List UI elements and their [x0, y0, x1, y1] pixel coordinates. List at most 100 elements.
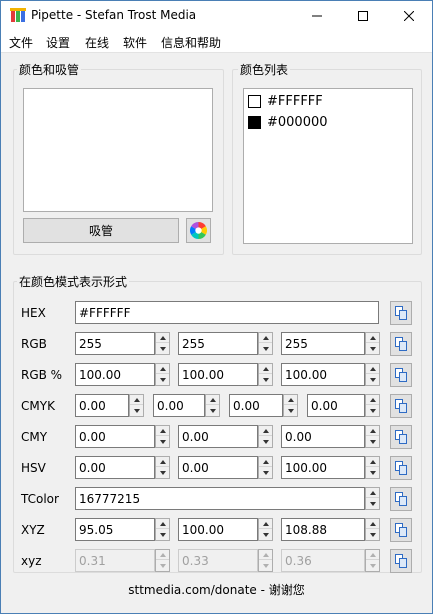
- color-modes-group-label: 在颜色模式表示形式: [17, 273, 130, 290]
- cmy-label: CMY: [21, 430, 48, 444]
- xyz-x-field[interactable]: 95.05: [75, 518, 155, 541]
- copy-icon: [395, 368, 407, 382]
- hsv-h-field[interactable]: 0.00: [75, 456, 155, 479]
- copy-icon: [395, 461, 407, 475]
- tcolor-field[interactable]: 16777215: [75, 487, 365, 510]
- rgb-b-spinner[interactable]: [365, 332, 380, 355]
- copy-cmyk-button[interactable]: [390, 394, 412, 418]
- close-icon: [404, 11, 414, 21]
- cmyk-label: CMYK: [21, 399, 55, 413]
- xyz-chromaticity-z-field: 0.36: [281, 549, 365, 572]
- color-hex: #000000: [267, 114, 328, 130]
- rgb-percent-r-field[interactable]: 100.00: [75, 363, 155, 386]
- hsv-s-spinner[interactable]: [258, 456, 273, 479]
- hsv-v-spinner[interactable]: [365, 456, 380, 479]
- hsv-h-spinner[interactable]: [155, 456, 170, 479]
- copy-icon: [395, 337, 407, 351]
- copy-tcolor-button[interactable]: [390, 487, 412, 511]
- xyz-chromaticity-y-field: 0.33: [178, 549, 258, 572]
- rgb-g-field[interactable]: 255: [178, 332, 258, 355]
- cmyk-m-spinner[interactable]: [205, 394, 220, 417]
- xyz-y-spinner[interactable]: [258, 518, 273, 541]
- hsv-v-field[interactable]: 100.00: [281, 456, 365, 479]
- copy-icon: [395, 430, 407, 444]
- color-wheel-icon: [190, 222, 207, 239]
- rgb-r-field[interactable]: 255: [75, 332, 155, 355]
- xyz-chromaticity-x-spinner: [155, 549, 170, 572]
- color-swatch: [248, 94, 261, 108]
- hex-field[interactable]: #FFFFFF: [75, 301, 379, 324]
- hsv-label: HSV: [21, 461, 46, 475]
- rgb-percent-g-spinner[interactable]: [258, 363, 273, 386]
- xyz-x-spinner[interactable]: [155, 518, 170, 541]
- color-list-group-label: 颜色列表: [238, 61, 291, 78]
- cmy-c-spinner[interactable]: [155, 425, 170, 448]
- copy-hsv-button[interactable]: [390, 456, 412, 480]
- hex-label: HEX: [21, 306, 46, 320]
- cmyk-y-field[interactable]: 0.00: [229, 394, 283, 417]
- picker-group-label: 颜色和吸管: [17, 61, 82, 78]
- rgb-percent-b-spinner[interactable]: [365, 363, 380, 386]
- maximize-button[interactable]: [340, 1, 386, 31]
- cmy-y-field[interactable]: 0.00: [281, 425, 365, 448]
- title-bar[interactable]: Pipette - Stefan Trost Media: [1, 1, 432, 31]
- rgb-r-spinner[interactable]: [155, 332, 170, 355]
- cmyk-m-field[interactable]: 0.00: [153, 394, 205, 417]
- menu-file[interactable]: 文件: [9, 34, 33, 51]
- color-list[interactable]: #FFFFFF #000000: [243, 88, 413, 244]
- cmy-m-field[interactable]: 0.00: [178, 425, 258, 448]
- cmy-y-spinner[interactable]: [365, 425, 380, 448]
- pick-button-label: 吸管: [88, 224, 113, 238]
- cmyk-k-field[interactable]: 0.00: [307, 394, 365, 417]
- window-title: Pipette - Stefan Trost Media: [31, 8, 197, 22]
- xyz-chromaticity-y-spinner: [258, 549, 273, 572]
- copy-rgb-percent-button[interactable]: [390, 363, 412, 387]
- xyz-z-field[interactable]: 108.88: [281, 518, 365, 541]
- copy-icon: [395, 523, 407, 537]
- cmyk-c-field[interactable]: 0.00: [75, 394, 129, 417]
- menu-info-help[interactable]: 信息和帮助: [161, 34, 221, 51]
- menu-software[interactable]: 软件: [123, 34, 147, 51]
- tcolor-label: TColor: [21, 492, 59, 506]
- rgb-label: RGB: [21, 337, 47, 351]
- maximize-icon: [358, 11, 368, 21]
- pipette-app-icon: [10, 8, 26, 22]
- copy-xyz-button[interactable]: [390, 518, 412, 542]
- pick-button[interactable]: 吸管: [23, 218, 179, 243]
- color-swatch: [248, 115, 261, 129]
- color-list-item[interactable]: #FFFFFF: [248, 92, 323, 110]
- xyz-label: XYZ: [21, 523, 45, 537]
- cmy-m-spinner[interactable]: [258, 425, 273, 448]
- menu-online[interactable]: 在线: [85, 34, 109, 51]
- hsv-s-field[interactable]: 0.00: [178, 456, 258, 479]
- copy-xyz-chromaticity-button[interactable]: [390, 549, 412, 573]
- cmyk-c-spinner[interactable]: [129, 394, 144, 417]
- menu-bar: 文件 设置 在线 软件 信息和帮助: [1, 31, 432, 53]
- rgb-percent-label: RGB %: [21, 368, 63, 382]
- copy-rgb-button[interactable]: [390, 332, 412, 356]
- copy-cmy-button[interactable]: [390, 425, 412, 449]
- minimize-icon: [312, 15, 322, 17]
- rgb-percent-r-spinner[interactable]: [155, 363, 170, 386]
- rgb-percent-b-field[interactable]: 100.00: [281, 363, 365, 386]
- copy-icon: [395, 492, 407, 506]
- xyz-chromaticity-label: xyz: [21, 554, 42, 568]
- cmyk-y-spinner[interactable]: [283, 394, 298, 417]
- rgb-percent-g-field[interactable]: 100.00: [178, 363, 258, 386]
- color-list-item[interactable]: #000000: [248, 113, 328, 131]
- rgb-g-spinner[interactable]: [258, 332, 273, 355]
- xyz-y-field[interactable]: 100.00: [178, 518, 258, 541]
- copy-hex-button[interactable]: [390, 301, 412, 325]
- color-preview: [23, 88, 213, 212]
- cmyk-k-spinner[interactable]: [365, 394, 380, 417]
- menu-settings[interactable]: 设置: [46, 34, 70, 51]
- color-wheel-button[interactable]: [186, 218, 211, 243]
- donate-link[interactable]: sttmedia.com/donate - 谢谢您: [1, 581, 432, 598]
- cmy-c-field[interactable]: 0.00: [75, 425, 155, 448]
- rgb-b-field[interactable]: 255: [281, 332, 365, 355]
- minimize-button[interactable]: [294, 1, 340, 31]
- copy-icon: [395, 306, 407, 320]
- close-button[interactable]: [386, 1, 432, 31]
- xyz-z-spinner[interactable]: [365, 518, 380, 541]
- tcolor-spinner[interactable]: [365, 487, 380, 510]
